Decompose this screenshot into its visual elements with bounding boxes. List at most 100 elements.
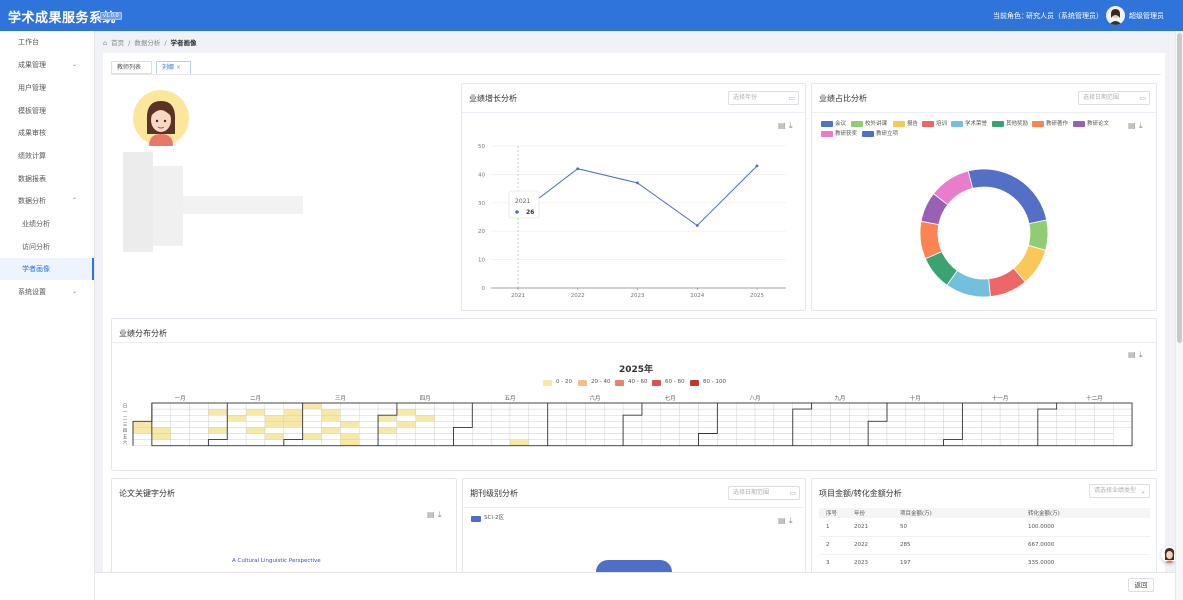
heatmap-cell[interactable] [189, 421, 209, 428]
heatmap-cell[interactable] [566, 415, 586, 422]
heatmap-cell[interactable] [490, 433, 511, 440]
heatmap-cell[interactable] [811, 433, 831, 440]
heatmap-cell[interactable] [999, 427, 1020, 434]
document-icon[interactable]: ▤ [778, 517, 786, 525]
tab-close-icon[interactable]: × [176, 64, 181, 71]
heatmap-cell[interactable] [566, 408, 586, 416]
heatmap-cell[interactable] [245, 415, 266, 422]
heatmap-cell[interactable] [151, 427, 171, 434]
role-value[interactable]: 研究人员（系统管理员） [1026, 11, 1103, 21]
heatmap-cell[interactable] [867, 439, 888, 446]
legend-label[interactable]: 培训 [936, 121, 947, 128]
heatmap-cell[interactable] [472, 421, 492, 428]
heatmap-cell[interactable] [377, 427, 398, 434]
heatmap-cell[interactable] [302, 415, 322, 422]
heatmap-cell[interactable] [811, 427, 831, 434]
heatmap-cell[interactable] [754, 415, 775, 422]
heatmap-cell[interactable] [170, 433, 190, 440]
heatmap-cell[interactable] [604, 415, 624, 422]
heatmap-cell[interactable] [358, 427, 379, 434]
heatmap-cell[interactable] [905, 408, 925, 416]
heatmap-cell[interactable] [132, 427, 153, 434]
heatmap-cell[interactable] [679, 402, 699, 410]
heatmap-cell[interactable] [905, 433, 925, 440]
heatmap-cell[interactable] [189, 402, 209, 410]
heatmap-cell[interactable] [999, 439, 1020, 446]
heatmap-cell[interactable] [453, 433, 473, 440]
sidebar-item[interactable]: 学者画像 [0, 258, 94, 280]
heatmap-cell[interactable] [189, 415, 209, 422]
heatmap-cell[interactable] [886, 433, 907, 440]
heatmap-cell[interactable] [283, 439, 303, 446]
heatmap-cell[interactable] [849, 402, 869, 410]
heatmap-cell[interactable] [472, 415, 492, 422]
heatmap-cell[interactable] [283, 427, 303, 434]
heatmap-cell[interactable] [340, 408, 360, 416]
heatmap-cell[interactable] [698, 402, 718, 410]
heatmap-cell[interactable] [1094, 415, 1114, 422]
heatmap-cell[interactable] [453, 408, 473, 416]
heatmap-cell[interactable] [509, 402, 530, 410]
heatmap-cell[interactable] [886, 427, 907, 434]
heatmap-cell[interactable] [566, 421, 586, 428]
heatmap-cell[interactable] [1056, 421, 1076, 428]
heatmap-cell[interactable] [924, 433, 944, 440]
heatmap-cell[interactable] [585, 408, 605, 416]
heatmap-cell[interactable] [358, 408, 379, 416]
heatmap-cell[interactable] [999, 402, 1020, 410]
heatmap-cell[interactable] [717, 433, 737, 440]
legend-label[interactable]: 学术荣誉 [965, 121, 987, 128]
heatmap-cell[interactable] [170, 439, 190, 446]
heatmap-cell[interactable] [415, 439, 435, 446]
home-icon[interactable]: ⌂ [103, 39, 107, 47]
heatmap-cell[interactable] [867, 421, 888, 428]
heatmap-cell[interactable] [415, 433, 435, 440]
heatmap-cell[interactable] [736, 415, 756, 422]
heatmap-cell[interactable] [547, 433, 567, 440]
legend-chip[interactable] [821, 121, 833, 127]
heatmap-cell[interactable] [679, 433, 699, 440]
heatmap-cell[interactable] [792, 415, 812, 422]
heatmap-cell[interactable] [396, 427, 416, 434]
download-icon[interactable]: ⤓ [789, 122, 796, 130]
heatmap-cell[interactable] [208, 402, 228, 410]
heatmap-cell[interactable] [1056, 427, 1076, 434]
heatmap-cell[interactable] [905, 402, 925, 410]
sidebar-item[interactable]: 模板管理 [0, 100, 94, 122]
heatmap-cell[interactable] [566, 433, 586, 440]
heatmap-cell[interactable] [905, 439, 925, 446]
heatmap-cell[interactable] [604, 439, 624, 446]
heatmap-cell[interactable] [981, 427, 1001, 434]
heatmap-cell[interactable] [1075, 427, 1095, 434]
heatmap-cell[interactable] [943, 433, 963, 440]
legend-label[interactable]: 教研著作 [1046, 121, 1068, 128]
heatmap-cell[interactable] [811, 439, 831, 446]
heatmap-cell[interactable] [1075, 439, 1095, 446]
heatmap-cell[interactable] [811, 402, 831, 410]
heatmap-cell[interactable] [245, 421, 266, 428]
sidebar-item[interactable]: 工作台 [0, 31, 94, 53]
heatmap-cell[interactable] [528, 415, 548, 422]
heatmap-cell[interactable] [641, 433, 662, 440]
heatmap-cell[interactable] [1113, 415, 1133, 422]
heatmap-cell[interactable] [736, 421, 756, 428]
sidebar-item[interactable]: 系统设置 ⌄ [0, 281, 94, 303]
heatmap-cell[interactable] [1018, 402, 1039, 410]
user-name[interactable]: 超级管理员 [1129, 11, 1164, 21]
heatmap-cell[interactable] [962, 421, 982, 428]
heatmap-cell[interactable] [792, 408, 812, 416]
heatmap-cell[interactable] [585, 402, 605, 410]
heatmap-cell[interactable] [981, 439, 1001, 446]
heatmap-cell[interactable] [660, 427, 680, 434]
heatmap-cell[interactable] [434, 427, 454, 434]
heatmap-cell[interactable] [811, 421, 831, 428]
heatmap-cell[interactable] [830, 415, 850, 422]
heatmap-cell[interactable] [490, 421, 511, 428]
heatmap-cell[interactable] [660, 439, 680, 446]
heatmap-cell[interactable] [622, 421, 643, 428]
heatmap-cell[interactable] [773, 421, 793, 428]
heatmap-cell[interactable] [415, 415, 435, 422]
heatmap-cell[interactable] [453, 427, 473, 434]
heatmap-legend-chip[interactable] [578, 380, 587, 386]
heatmap-cell[interactable] [321, 408, 341, 416]
